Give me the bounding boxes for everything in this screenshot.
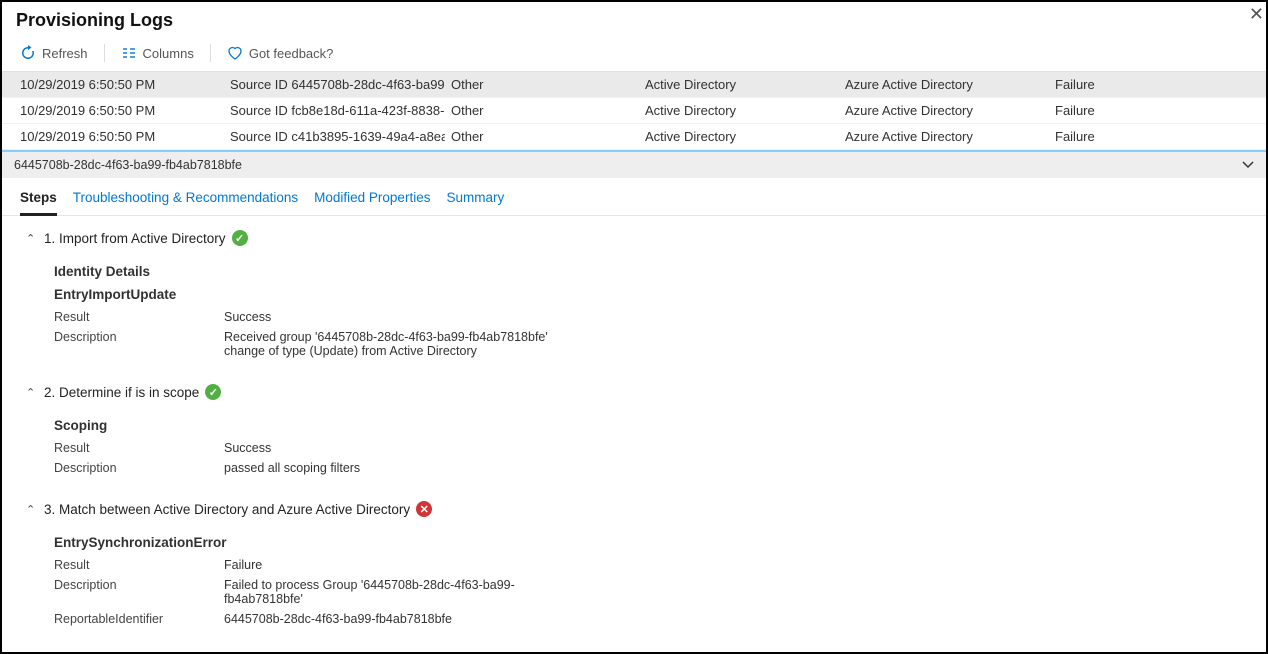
detail-id: 6445708b-28dc-4f63-ba99-fb4ab7818bfe	[14, 158, 242, 172]
value: Success	[224, 441, 584, 455]
cell-source: Source ID fcb8e18d-611a-423f-8838-b9d	[230, 103, 445, 118]
chevron-up-icon[interactable]: ⌃	[26, 386, 38, 399]
step-1: ⌃ 1. Import from Active Directory ✓ Iden…	[26, 230, 1252, 358]
value: 6445708b-28dc-4f63-ba99-fb4ab7818bfe	[224, 612, 584, 626]
columns-label: Columns	[143, 46, 194, 61]
tab-modified-properties[interactable]: Modified Properties	[314, 186, 430, 215]
label: Result	[54, 558, 224, 572]
cell-other: Other	[445, 129, 645, 144]
columns-icon	[121, 45, 137, 61]
steps-panel: ⌃ 1. Import from Active Directory ✓ Iden…	[2, 216, 1266, 646]
cell-source: Source ID c41b3895-1639-49a4-a8ea-466	[230, 129, 445, 144]
tabs: Steps Troubleshooting & Recommendations …	[2, 178, 1266, 216]
table-row[interactable]: 10/29/2019 6:50:50 PM Source ID c41b3895…	[2, 124, 1266, 150]
cell-system: Active Directory	[645, 103, 845, 118]
label: Description	[54, 578, 224, 606]
label: ReportableIdentifier	[54, 612, 224, 626]
value: Failed to process Group '6445708b-28dc-4…	[224, 578, 584, 606]
tab-summary[interactable]: Summary	[446, 186, 504, 215]
cell-other: Other	[445, 77, 645, 92]
cell-source: Source ID 6445708b-28dc-4f63-ba99-fb4	[230, 77, 445, 92]
tab-steps[interactable]: Steps	[20, 186, 57, 216]
error-icon: ✕	[416, 501, 432, 517]
cell-status: Failure	[1055, 77, 1260, 92]
cell-target: Azure Active Directory	[845, 77, 1055, 92]
label: Result	[54, 310, 224, 324]
separator	[104, 44, 105, 62]
label: Result	[54, 441, 224, 455]
table-row[interactable]: 10/29/2019 6:50:50 PM Source ID 6445708b…	[2, 72, 1266, 98]
value: passed all scoping filters	[224, 461, 584, 475]
label: Description	[54, 461, 224, 475]
cell-status: Failure	[1055, 103, 1260, 118]
detail-header[interactable]: 6445708b-28dc-4f63-ba99-fb4ab7818bfe	[2, 150, 1266, 178]
feedback-label: Got feedback?	[249, 46, 334, 61]
feedback-button[interactable]: Got feedback?	[223, 43, 338, 63]
step-3: ⌃ 3. Match between Active Directory and …	[26, 501, 1252, 626]
heart-icon	[227, 45, 243, 61]
section-heading: Identity Details	[54, 264, 1252, 279]
refresh-label: Refresh	[42, 46, 88, 61]
success-icon: ✓	[232, 230, 248, 246]
tab-troubleshooting[interactable]: Troubleshooting & Recommendations	[73, 186, 298, 215]
cell-system: Active Directory	[645, 77, 845, 92]
section-heading: EntrySynchronizationError	[54, 535, 1252, 550]
section-heading: EntryImportUpdate	[54, 287, 1252, 302]
step-title: 2. Determine if is in scope	[44, 385, 199, 400]
table-row[interactable]: 10/29/2019 6:50:50 PM Source ID fcb8e18d…	[2, 98, 1266, 124]
refresh-button[interactable]: Refresh	[16, 43, 92, 63]
cell-target: Azure Active Directory	[845, 103, 1055, 118]
step-title: 3. Match between Active Directory and Az…	[44, 502, 410, 517]
cell-date: 10/29/2019 6:50:50 PM	[20, 103, 230, 118]
step-title: 1. Import from Active Directory	[44, 231, 226, 246]
cell-date: 10/29/2019 6:50:50 PM	[20, 77, 230, 92]
value: Success	[224, 310, 584, 324]
cell-status: Failure	[1055, 129, 1260, 144]
refresh-icon	[20, 45, 36, 61]
chevron-down-icon[interactable]	[1240, 156, 1256, 175]
cell-other: Other	[445, 103, 645, 118]
log-table: 10/29/2019 6:50:50 PM Source ID 6445708b…	[2, 72, 1266, 150]
label: Description	[54, 330, 224, 358]
separator	[210, 44, 211, 62]
columns-button[interactable]: Columns	[117, 43, 198, 63]
chevron-up-icon[interactable]: ⌃	[26, 503, 38, 516]
section-heading: Scoping	[54, 418, 1252, 433]
value: Failure	[224, 558, 584, 572]
cell-date: 10/29/2019 6:50:50 PM	[20, 129, 230, 144]
close-icon[interactable]: ✕	[1249, 4, 1264, 25]
success-icon: ✓	[205, 384, 221, 400]
chevron-up-icon[interactable]: ⌃	[26, 232, 38, 245]
toolbar: Refresh Columns Got feedback?	[2, 37, 1266, 72]
page-title: Provisioning Logs	[16, 10, 1252, 31]
value: Received group '6445708b-28dc-4f63-ba99-…	[224, 330, 584, 358]
step-2: ⌃ 2. Determine if is in scope ✓ Scoping …	[26, 384, 1252, 475]
cell-target: Azure Active Directory	[845, 129, 1055, 144]
cell-system: Active Directory	[645, 129, 845, 144]
